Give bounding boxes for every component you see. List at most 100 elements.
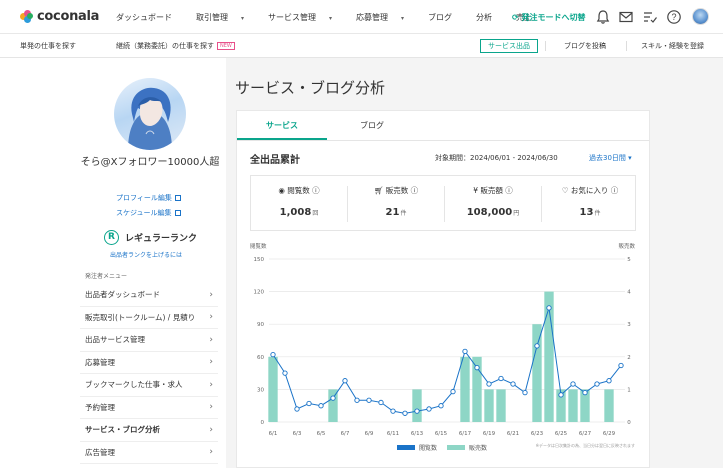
nav-blog[interactable]: ブログ xyxy=(428,12,464,23)
bar-sales-count xyxy=(532,324,542,422)
user-avatar-menu[interactable] xyxy=(692,8,709,25)
chevron-right-icon: › xyxy=(209,289,213,300)
chevron-right-icon: › xyxy=(209,379,213,390)
y-tick-label-right: 2 xyxy=(627,355,631,361)
y-tick-label-right: 4 xyxy=(627,290,631,296)
chevron-down-icon: ▾ xyxy=(625,154,632,162)
regular-rank-icon: R xyxy=(104,230,119,245)
register-skill-link[interactable]: スキル・経験を登録 xyxy=(641,41,704,51)
help-icon[interactable]: ? xyxy=(666,9,682,25)
nav-analytics[interactable]: 分析 xyxy=(476,12,504,23)
x-tick-label: 6/19 xyxy=(483,431,496,437)
x-tick-label: 6/23 xyxy=(531,431,544,437)
point-views xyxy=(498,375,504,382)
svg-text:?: ? xyxy=(671,12,676,22)
x-tick-label: 6/9 xyxy=(365,431,374,437)
x-tick-label: 6/15 xyxy=(435,431,448,437)
views-sales-chart: 閲覧数 販売数03060901201500123456/1 6/3 6/5 6/7 6/9… xyxy=(250,242,635,452)
x-tick-label: 6/11 xyxy=(387,431,399,437)
sidebar-item-seller-dashboard[interactable]: 出品者ダッシュボード › xyxy=(80,284,218,307)
tabs-divider xyxy=(237,140,649,141)
chevron-right-icon: › xyxy=(209,424,213,435)
edit-profile-link[interactable]: プロフィール編集 xyxy=(116,193,181,203)
point-views xyxy=(594,381,600,387)
point-views xyxy=(294,406,300,412)
external-link-icon xyxy=(174,210,181,216)
y-tick-label-left: 30 xyxy=(257,387,264,393)
sidebar-item-service-management[interactable]: 出品サービス管理 › xyxy=(80,329,218,352)
section-title: 全出品累計 xyxy=(250,155,300,166)
info-icon[interactable]: ⓘ xyxy=(505,186,513,195)
point-views xyxy=(270,351,276,358)
logo-text: coconala xyxy=(37,9,100,24)
stat-value: 1,008 xyxy=(279,207,312,218)
list-check-icon[interactable] xyxy=(642,9,658,25)
tab-blog[interactable]: ブログ xyxy=(327,111,417,140)
tab-service[interactable]: サービス xyxy=(237,111,327,140)
page-title: サービス・ブログ分析 xyxy=(235,79,386,97)
chart-note: ※データは日次集計の為、当日分は翌日に反映されます xyxy=(536,442,635,448)
global-header: coconala ダッシュボード 取引管理 ▾ サービス管理 ▾ 応募管理 ▾ ブログ… xyxy=(0,0,723,34)
point-views xyxy=(318,403,324,409)
mail-icon[interactable] xyxy=(618,9,634,25)
point-views xyxy=(558,392,564,398)
publish-service-button[interactable]: サービス出品 xyxy=(480,39,538,53)
sidebar-item-sales-talkroom[interactable]: 販売取引(トークルーム) / 見積り › xyxy=(80,307,218,329)
sidebar-item-service-blog-analytics[interactable]: サービス・ブログ分析 › xyxy=(80,419,218,442)
bell-icon[interactable] xyxy=(595,9,611,25)
find-single-work-link[interactable]: 単発の仕事を探す xyxy=(20,41,76,51)
post-blog-link[interactable]: ブログを投稿 xyxy=(564,41,606,51)
point-views xyxy=(546,305,552,311)
y-tick-label-right: 5 xyxy=(627,257,631,263)
stat-sales-amount: ¥ 販売額 ⓘ 108,000円 xyxy=(466,186,520,218)
find-ongoing-work-link[interactable]: 継続（業務委託）の仕事を探す NEW xyxy=(116,41,235,51)
divider xyxy=(626,41,627,51)
sidebar: そら@Xフォロワー10000人超 プロフィール編集 スケジュール編集 R レギュ… xyxy=(0,58,226,468)
nav-dashboard[interactable]: ダッシュボード xyxy=(116,12,184,23)
sidebar-item-applications[interactable]: 応募管理 › xyxy=(80,352,218,374)
sidebar-item-bookmarks[interactable]: ブックマークした仕事・求人 › xyxy=(80,374,218,397)
info-icon[interactable]: ⓘ xyxy=(411,186,419,195)
point-views xyxy=(582,390,588,396)
heart-icon: ♡ xyxy=(561,186,569,195)
x-tick-label: 6/3 xyxy=(293,431,302,437)
nav-applications[interactable]: 応募管理 ▾ xyxy=(356,12,416,23)
divider xyxy=(545,41,546,51)
x-tick-label: 6/25 xyxy=(555,431,568,437)
info-icon[interactable]: ⓘ xyxy=(611,186,619,195)
stat-value: 108,000 xyxy=(466,207,513,218)
y-tick-label-left: 150 xyxy=(254,257,265,263)
sidebar-menu: 出品者ダッシュボード › 販売取引(トークルーム) / 見積り › 出品サービス管理… xyxy=(80,284,218,464)
point-views xyxy=(462,348,468,355)
rank-up-link[interactable]: 出品者ランクを上げるには xyxy=(110,250,182,259)
cart-icon: 🛒︎ xyxy=(373,186,384,195)
bar-sales-count xyxy=(460,356,470,422)
nav-transactions[interactable]: 取引管理 ▾ xyxy=(196,12,256,23)
sidebar-item-ads[interactable]: 広告管理 › xyxy=(80,442,218,464)
point-views xyxy=(306,400,312,407)
point-views xyxy=(366,397,372,403)
coconala-logo[interactable]: coconala xyxy=(20,9,99,24)
username: そら@Xフォロワー10000人超 xyxy=(80,157,220,168)
y-tick-label-right: 3 xyxy=(627,322,631,328)
nav-service-management[interactable]: サービス管理 ▾ xyxy=(268,12,344,23)
chevron-down-icon: ▾ xyxy=(329,15,333,22)
profile-avatar[interactable] xyxy=(114,78,186,150)
x-tick-label: 6/27 xyxy=(579,431,592,437)
sidebar-item-reservations[interactable]: 予約管理 › xyxy=(80,397,218,419)
legend-swatch-sales xyxy=(447,445,465,450)
stat-sales-count: 🛒︎ 販売数 ⓘ 21件 xyxy=(373,186,419,218)
external-link-icon xyxy=(174,195,181,201)
stat-value: 21 xyxy=(385,207,400,218)
x-tick-label: 6/5 xyxy=(317,431,326,437)
point-views xyxy=(342,378,348,384)
info-icon[interactable]: ⓘ xyxy=(312,186,320,195)
point-views xyxy=(486,381,492,387)
x-tick-label: 6/1 xyxy=(269,431,278,437)
switch-to-buyer-mode-link[interactable]: ⟳ 発注モードへ切替 xyxy=(512,12,586,23)
period-select[interactable]: 過去30日間 ▾ xyxy=(589,153,632,163)
bar-sales-count xyxy=(328,389,338,422)
edit-schedule-link[interactable]: スケジュール編集 xyxy=(116,208,181,218)
menu-title: 発注者メニュー xyxy=(85,273,128,280)
profile-illustration xyxy=(128,87,172,150)
